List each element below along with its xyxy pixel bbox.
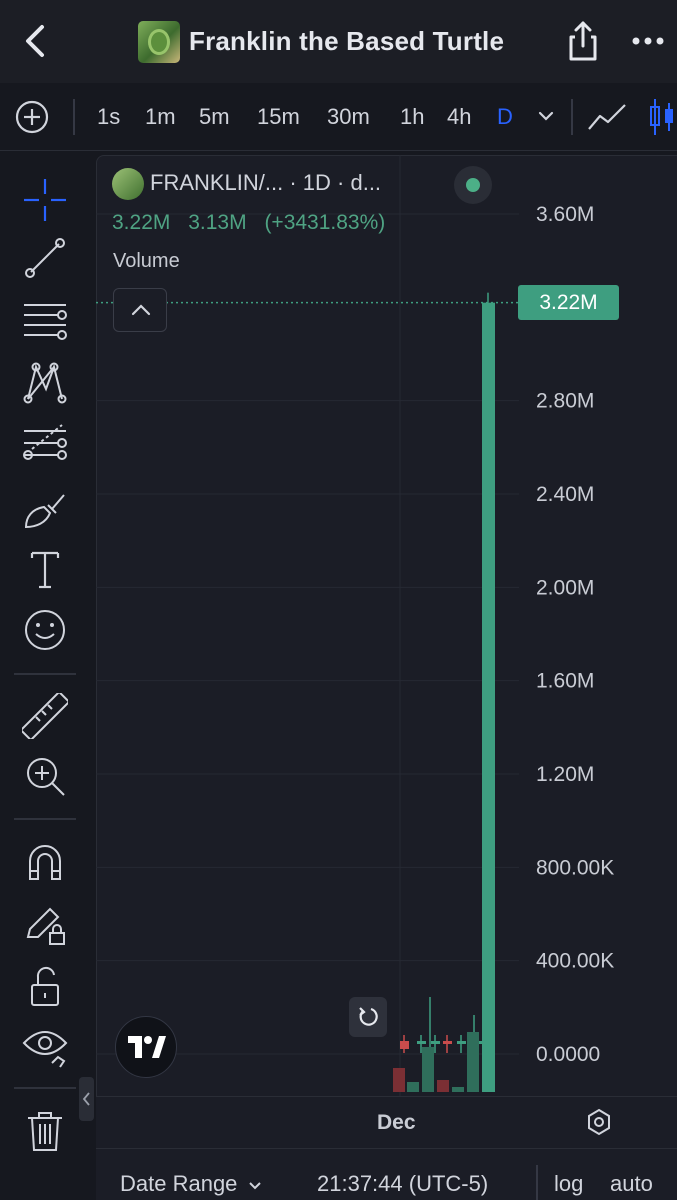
auto-scale-toggle[interactable]: auto bbox=[610, 1171, 653, 1197]
candle-body bbox=[443, 1041, 452, 1044]
y-tick-label: 1.60M bbox=[536, 670, 594, 693]
y-tick-label: 400.00K bbox=[536, 950, 614, 973]
y-tick-label: 2.80M bbox=[536, 390, 594, 413]
reset-icon bbox=[359, 1007, 378, 1026]
trendline-icon[interactable] bbox=[22, 235, 68, 281]
value-2: 3.13M bbox=[188, 211, 247, 234]
candle-body bbox=[400, 1041, 409, 1049]
volume-bar bbox=[437, 1080, 449, 1092]
chevron-down-icon[interactable] bbox=[537, 109, 555, 123]
fib-icon[interactable] bbox=[22, 421, 68, 467]
chart-footer: Date Range 21:37:44 (UTC-5) log auto bbox=[96, 1148, 677, 1200]
log-scale-toggle[interactable]: log bbox=[554, 1171, 583, 1197]
y-tick-label: 3.60M bbox=[536, 203, 594, 226]
candlestick-icon[interactable] bbox=[647, 97, 677, 137]
ohlc-values: 3.22M 3.13M (+3431.83%) bbox=[112, 211, 397, 235]
volume-bar bbox=[452, 1087, 464, 1092]
status-dot-icon[interactable] bbox=[454, 166, 492, 204]
tradingview-icon bbox=[128, 1036, 166, 1058]
chevron-left-icon bbox=[82, 1092, 90, 1106]
reset-chart-button[interactable] bbox=[349, 997, 387, 1037]
change-value: (+3431.83%) bbox=[264, 211, 386, 234]
ruler-icon[interactable] bbox=[19, 690, 71, 742]
candle-body bbox=[417, 1041, 426, 1044]
time-axis[interactable]: Dec bbox=[96, 1096, 677, 1148]
timeframe-toolbar: 1s 1m 5m 15m 30m 1h 4h D bbox=[0, 83, 677, 151]
volume-bar bbox=[393, 1068, 405, 1092]
clock-timezone[interactable]: 21:37:44 (UTC-5) bbox=[317, 1171, 488, 1197]
trash-icon[interactable] bbox=[22, 1108, 68, 1154]
y-tick-label: 1.20M bbox=[536, 763, 594, 786]
line-chart-icon[interactable] bbox=[587, 102, 627, 132]
share-icon[interactable] bbox=[566, 20, 600, 62]
tab-15m[interactable]: 15m bbox=[257, 104, 300, 130]
drawing-tools-sidebar bbox=[0, 155, 90, 1200]
y-tick-label: 0.0000 bbox=[536, 1043, 600, 1066]
date-range-label: Date Range bbox=[120, 1171, 238, 1196]
more-icon[interactable] bbox=[632, 36, 664, 46]
tab-30m[interactable]: 30m bbox=[327, 104, 370, 130]
tab-1h[interactable]: 1h bbox=[400, 104, 424, 130]
divider bbox=[571, 99, 573, 135]
current-value-tag: 3.22M bbox=[518, 285, 619, 320]
volume-bar bbox=[407, 1082, 419, 1092]
magnet-icon[interactable] bbox=[22, 839, 68, 885]
text-icon[interactable] bbox=[22, 547, 68, 593]
date-range-button[interactable]: Date Range bbox=[120, 1171, 262, 1197]
x-tick-label: Dec bbox=[377, 1111, 416, 1134]
volume-bar bbox=[482, 302, 495, 1092]
unlock-icon[interactable] bbox=[22, 963, 68, 1009]
divider bbox=[73, 99, 75, 135]
divider bbox=[14, 1087, 76, 1089]
candle-body bbox=[457, 1041, 466, 1044]
crosshair-icon[interactable] bbox=[22, 177, 68, 223]
add-icon[interactable] bbox=[15, 100, 49, 134]
tab-5m[interactable]: 5m bbox=[199, 104, 230, 130]
horizontal-lines-icon[interactable] bbox=[22, 297, 68, 343]
chevron-down-icon bbox=[248, 1182, 261, 1190]
header-bar: Franklin the Based Turtle bbox=[0, 0, 677, 83]
y-tick-label: 800.00K bbox=[536, 856, 614, 879]
token-logo bbox=[138, 21, 180, 63]
brush-icon[interactable] bbox=[22, 487, 68, 533]
symbol-label: FRANKLIN/... · 1D · d... bbox=[150, 170, 382, 195]
settings-icon[interactable] bbox=[584, 1107, 614, 1137]
tradingview-logo[interactable] bbox=[115, 1016, 177, 1078]
zoom-in-icon[interactable] bbox=[22, 753, 68, 799]
chevron-up-icon bbox=[131, 304, 151, 316]
back-icon[interactable] bbox=[22, 24, 48, 58]
sidebar-collapse-handle[interactable] bbox=[79, 1077, 94, 1121]
value-1: 3.22M bbox=[112, 211, 171, 234]
tab-1s[interactable]: 1s bbox=[97, 104, 120, 130]
volume-bar bbox=[467, 1032, 479, 1092]
candle-body bbox=[431, 1041, 440, 1044]
divider bbox=[536, 1165, 538, 1200]
y-tick-label: 2.00M bbox=[536, 576, 594, 599]
tab-d[interactable]: D bbox=[497, 104, 513, 130]
pencil-lock-icon[interactable] bbox=[22, 901, 68, 947]
pattern-icon[interactable] bbox=[22, 359, 68, 405]
emoji-icon[interactable] bbox=[22, 607, 68, 653]
divider bbox=[14, 818, 76, 820]
divider bbox=[14, 673, 76, 675]
y-tick-label: 2.40M bbox=[536, 483, 594, 506]
eye-icon[interactable] bbox=[22, 1023, 68, 1069]
token-logo bbox=[112, 168, 144, 200]
collapse-legend-button[interactable] bbox=[113, 288, 167, 332]
volume-bar bbox=[422, 1047, 434, 1092]
page-title: Franklin the Based Turtle bbox=[189, 26, 505, 56]
tab-1m[interactable]: 1m bbox=[145, 104, 176, 130]
tab-4h[interactable]: 4h bbox=[447, 104, 471, 130]
indicator-label: Volume bbox=[113, 250, 180, 272]
